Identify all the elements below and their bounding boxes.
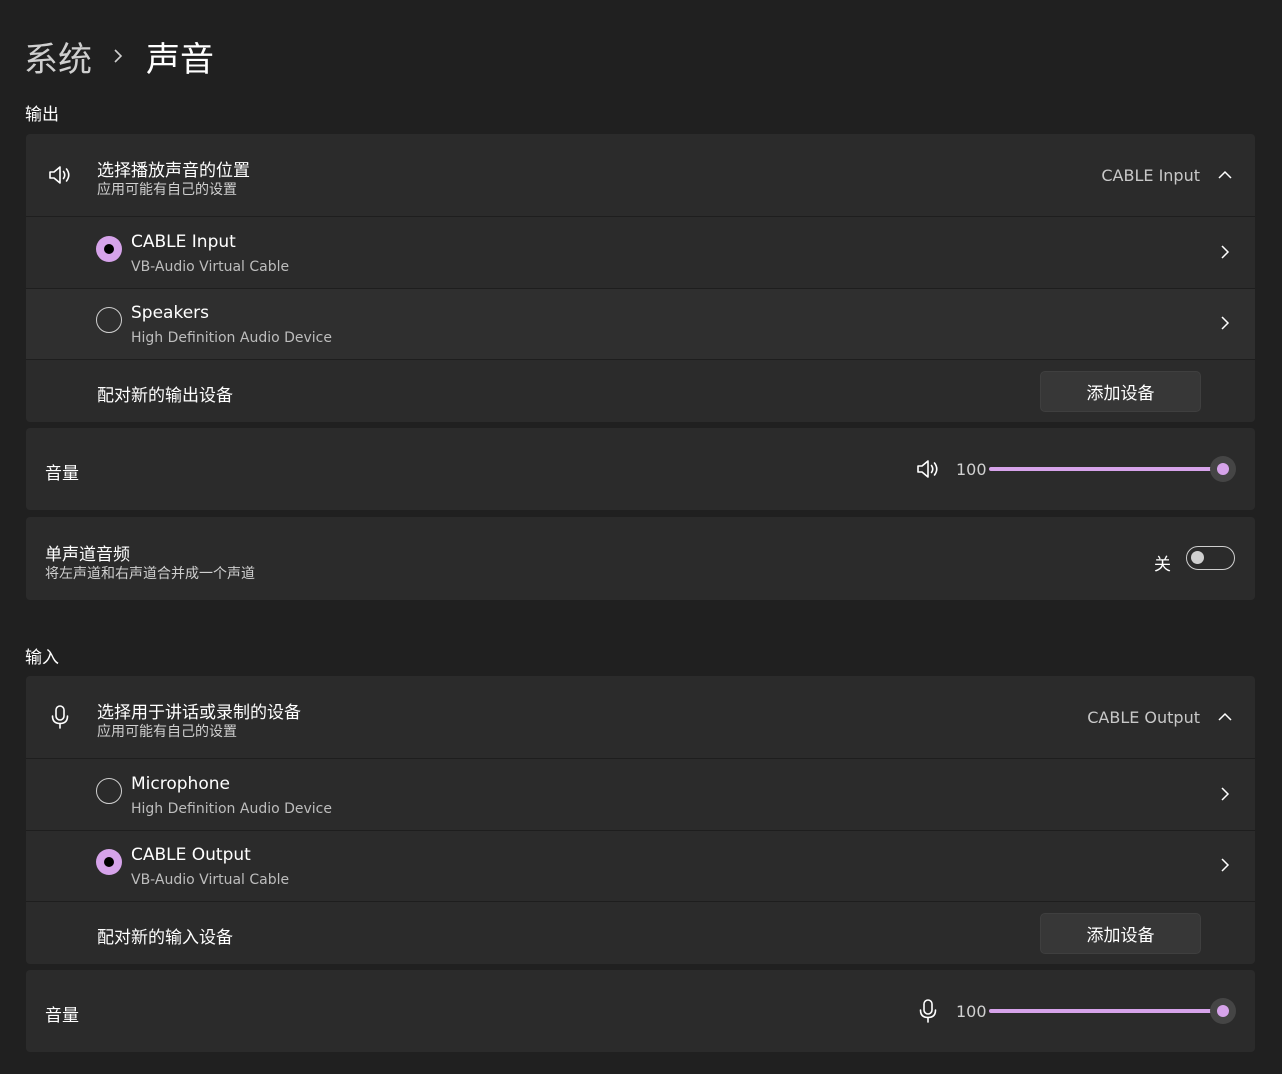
radio-selected[interactable] xyxy=(96,236,122,262)
device-description: High Definition Audio Device xyxy=(131,801,332,817)
chevron-right-icon[interactable] xyxy=(1220,786,1230,802)
input-device-card: 选择用于讲话或录制的设备 应用可能有自己的设置 CABLE Output Mic… xyxy=(26,676,1255,964)
output-device-row[interactable]: CABLE Input VB-Audio Virtual Cable xyxy=(26,217,1255,288)
output-selected-value: CABLE Input xyxy=(1101,166,1200,185)
mono-audio-card: 单声道音频 将左声道和右声道合并成一个声道 关 xyxy=(26,517,1255,600)
input-volume-thumb[interactable] xyxy=(1210,998,1236,1024)
device-description: VB-Audio Virtual Cable xyxy=(131,259,290,275)
page-title: 声音 xyxy=(146,39,214,80)
input-volume-value: 100 xyxy=(956,1002,987,1021)
chevron-up-icon[interactable] xyxy=(1217,170,1233,180)
pair-input-row: 配对新的输入设备 添加设备 xyxy=(26,902,1255,964)
output-volume-label: 音量 xyxy=(45,464,79,484)
output-selector-header[interactable]: 选择播放声音的位置 应用可能有自己的设置 CABLE Input xyxy=(26,134,1255,216)
input-device-row[interactable]: Microphone High Definition Audio Device xyxy=(26,759,1255,830)
output-device-card: 选择播放声音的位置 应用可能有自己的设置 CABLE Input CABLE I… xyxy=(26,134,1255,422)
device-description: VB-Audio Virtual Cable xyxy=(131,872,290,888)
toggle-knob xyxy=(1191,551,1204,564)
output-volume-value: 100 xyxy=(956,460,987,479)
input-selector-subtitle: 应用可能有自己的设置 xyxy=(97,724,237,740)
section-label-output: 输出 xyxy=(25,105,59,125)
pair-output-label: 配对新的输出设备 xyxy=(97,386,233,406)
output-volume-slider[interactable] xyxy=(989,467,1214,471)
pair-output-row: 配对新的输出设备 添加设备 xyxy=(26,360,1255,422)
input-selector-title: 选择用于讲话或录制的设备 xyxy=(97,703,301,723)
output-volume-thumb[interactable] xyxy=(1210,456,1236,482)
device-name: Microphone xyxy=(131,774,230,794)
device-name: CABLE Output xyxy=(131,845,251,865)
input-selected-value: CABLE Output xyxy=(1087,708,1200,727)
input-volume-slider[interactable] xyxy=(989,1009,1214,1013)
breadcrumb-parent[interactable]: 系统 xyxy=(24,32,92,81)
chevron-right-icon xyxy=(114,49,123,63)
speaker-icon xyxy=(49,166,70,184)
mono-audio-toggle[interactable] xyxy=(1186,546,1235,570)
breadcrumb: 系统 声音 xyxy=(24,32,214,80)
device-description: High Definition Audio Device xyxy=(131,330,332,346)
radio-unselected[interactable] xyxy=(96,778,122,804)
section-label-input: 输入 xyxy=(25,648,59,668)
add-input-device-button[interactable]: 添加设备 xyxy=(1040,913,1201,954)
add-output-device-button[interactable]: 添加设备 xyxy=(1040,371,1201,412)
speaker-icon[interactable] xyxy=(914,455,942,483)
microphone-icon[interactable] xyxy=(914,997,942,1025)
input-device-row[interactable]: CABLE Output VB-Audio Virtual Cable xyxy=(26,831,1255,901)
input-volume-card: 音量 100 xyxy=(26,970,1255,1052)
pair-input-label: 配对新的输入设备 xyxy=(97,928,233,948)
mono-audio-title: 单声道音频 xyxy=(45,545,130,565)
mono-toggle-state: 关 xyxy=(1154,555,1171,575)
output-volume-card: 音量 100 xyxy=(26,428,1255,510)
chevron-right-icon[interactable] xyxy=(1220,315,1230,331)
output-selector-title: 选择播放声音的位置 xyxy=(97,161,250,181)
input-selector-header[interactable]: 选择用于讲话或录制的设备 应用可能有自己的设置 CABLE Output xyxy=(26,676,1255,758)
input-volume-label: 音量 xyxy=(45,1006,79,1026)
mono-audio-subtitle: 将左声道和右声道合并成一个声道 xyxy=(45,566,255,582)
output-device-row[interactable]: Speakers High Definition Audio Device xyxy=(26,289,1255,359)
output-selector-subtitle: 应用可能有自己的设置 xyxy=(97,182,237,198)
chevron-up-icon[interactable] xyxy=(1217,712,1233,722)
device-name: Speakers xyxy=(131,303,210,323)
chevron-right-icon[interactable] xyxy=(1220,857,1230,873)
radio-unselected[interactable] xyxy=(96,307,122,333)
radio-selected[interactable] xyxy=(96,849,122,875)
chevron-right-icon[interactable] xyxy=(1220,244,1230,260)
microphone-icon xyxy=(51,705,69,729)
device-name: CABLE Input xyxy=(131,232,236,252)
